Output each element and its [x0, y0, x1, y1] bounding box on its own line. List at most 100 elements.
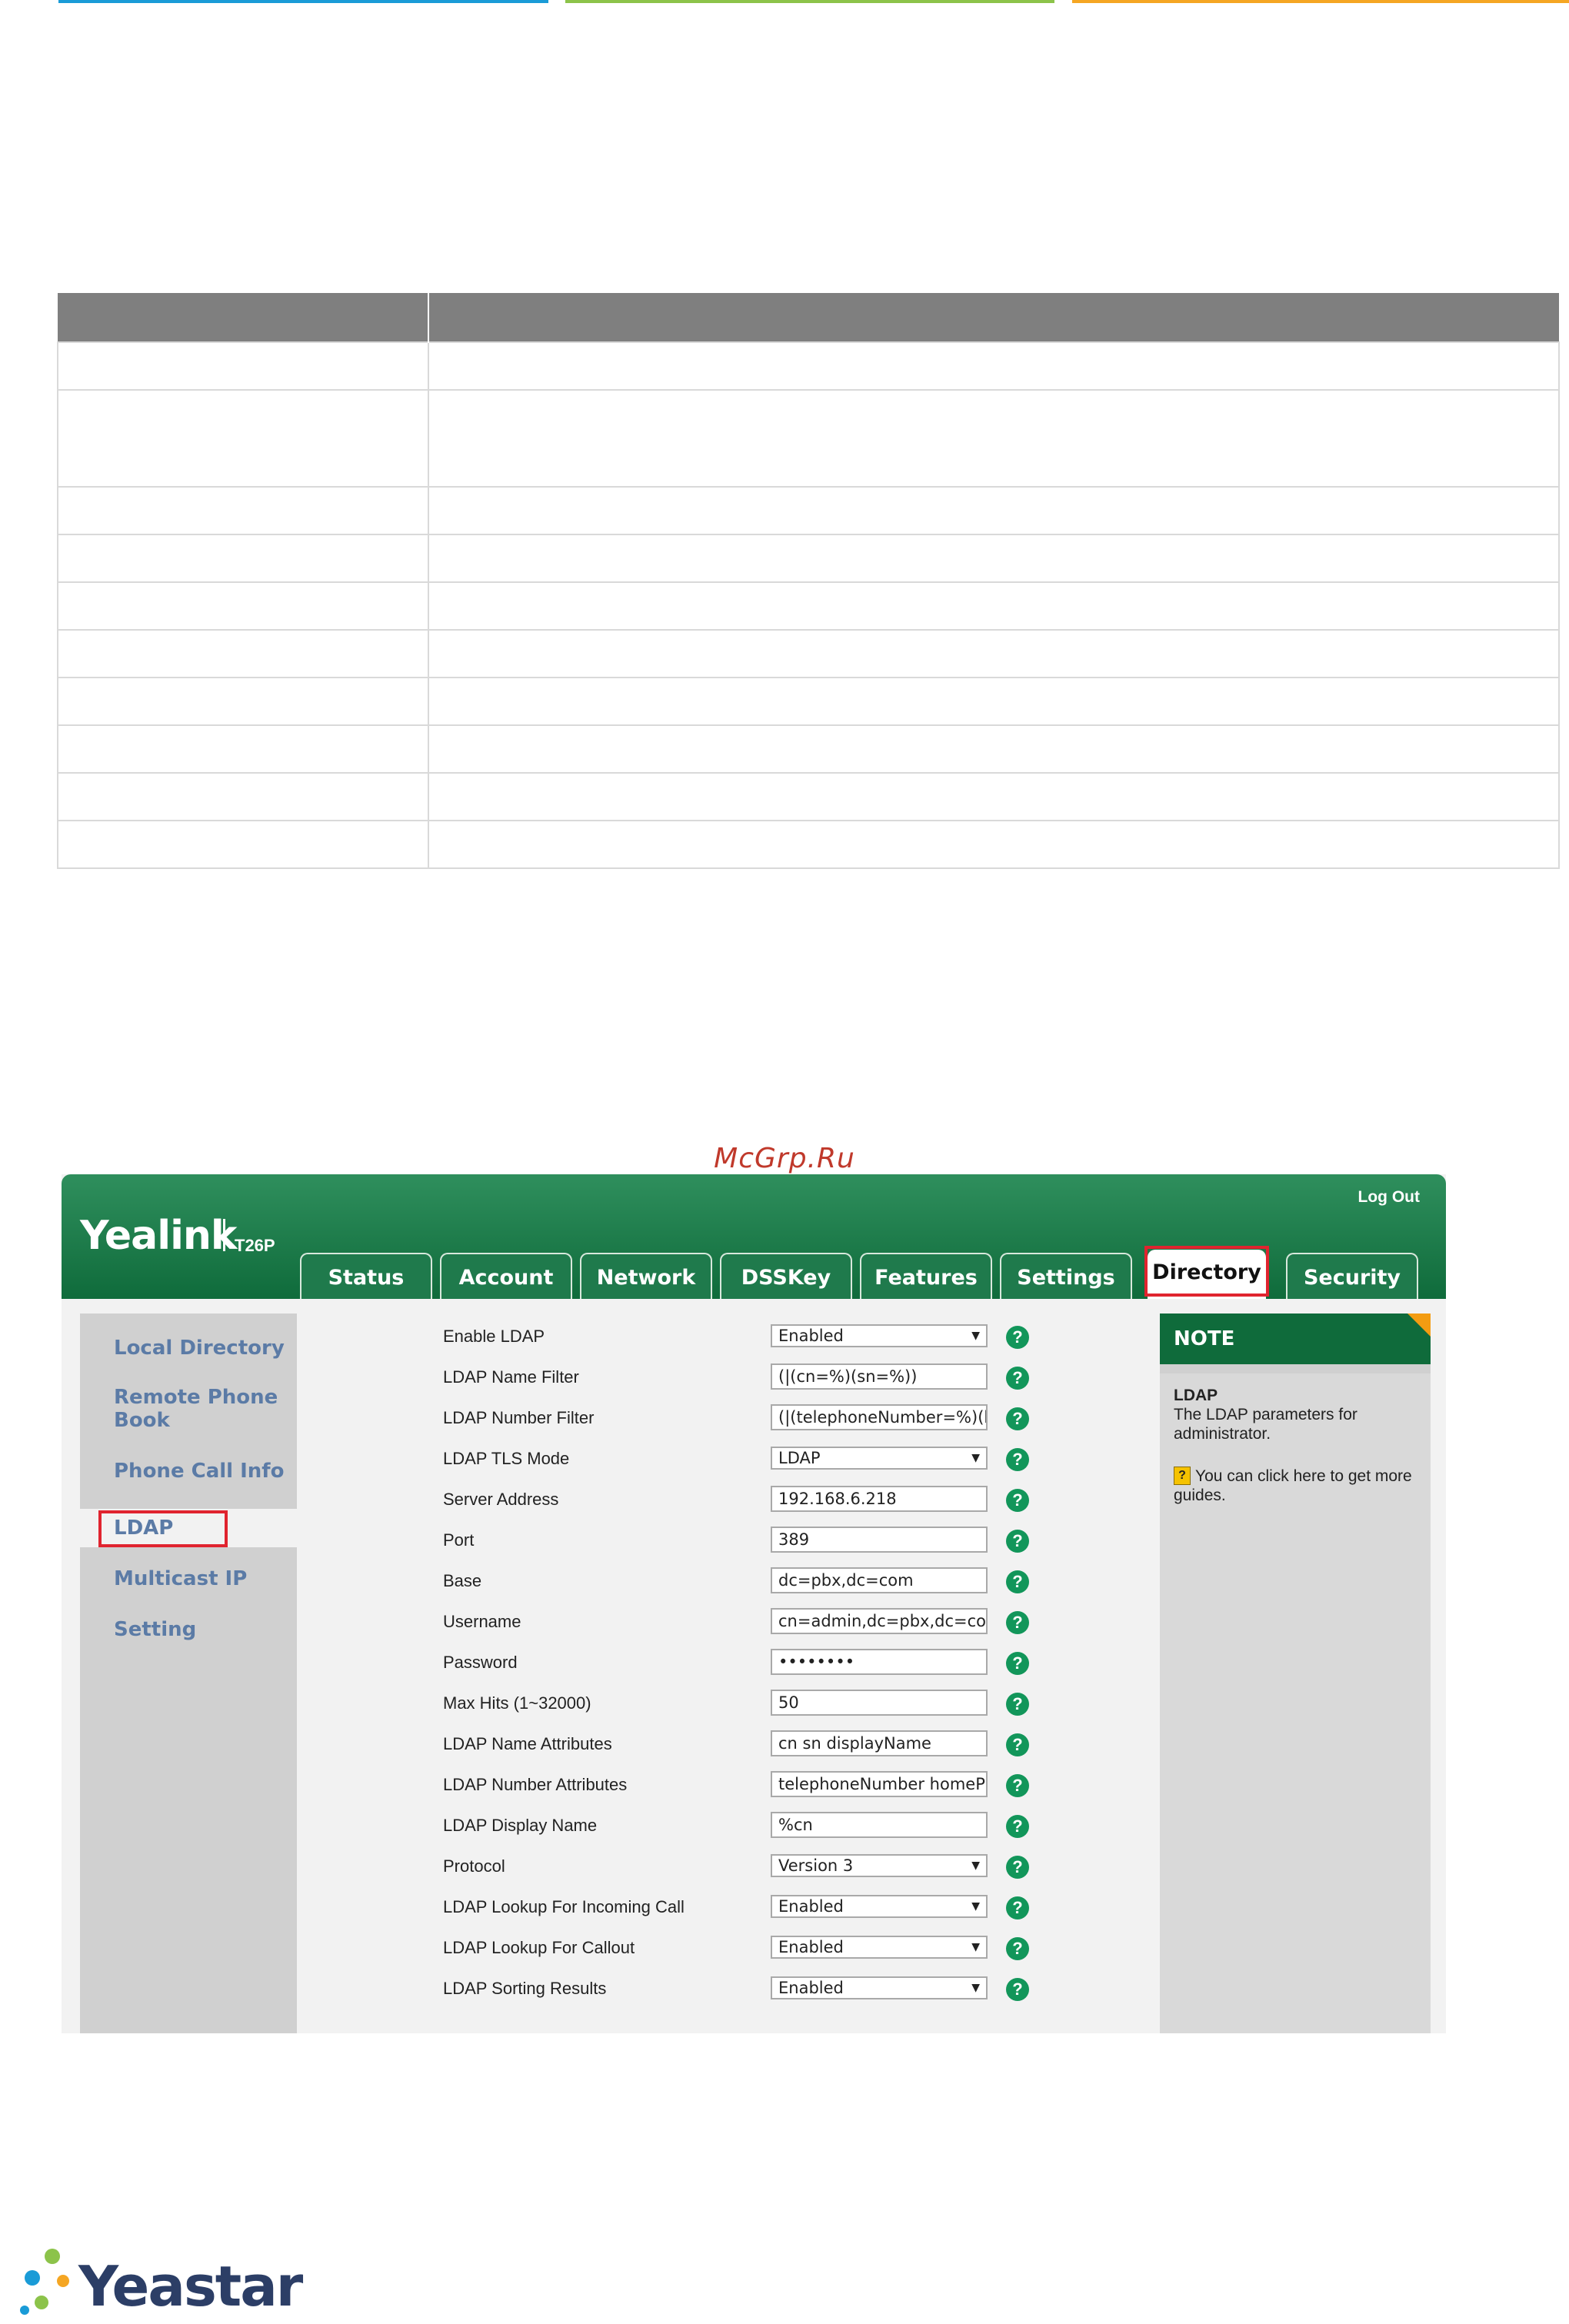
lookup-incoming-call-select[interactable]: Enabled ▼: [771, 1895, 988, 1918]
sidebar-item-multicast-ip[interactable]: Multicast IP: [114, 1567, 247, 1590]
help-icon[interactable]: ?: [1006, 1448, 1029, 1471]
select-value: Enabled: [778, 1979, 844, 1997]
field-label: LDAP Sorting Results: [443, 1979, 607, 1998]
watermark: McGrp.Ru: [714, 1143, 855, 1174]
select-value: Enabled: [778, 1897, 844, 1916]
tab-security[interactable]: Security: [1286, 1253, 1418, 1299]
port-input[interactable]: 389: [771, 1527, 988, 1553]
help-icon[interactable]: ?: [1006, 1774, 1029, 1797]
table-header-row: [58, 293, 1559, 342]
field-label: Port: [443, 1530, 475, 1550]
dropdown-arrow-icon: ▼: [971, 1860, 980, 1872]
dropdown-arrow-icon: ▼: [971, 1330, 980, 1342]
dropdown-arrow-icon: ▼: [971, 1900, 980, 1913]
help-icon[interactable]: ?: [1006, 1856, 1029, 1879]
note-description: The LDAP parameters for administrator.: [1174, 1406, 1357, 1443]
field-label: Enable LDAP: [443, 1327, 545, 1346]
logo-dot-green: [45, 2249, 60, 2264]
help-icon[interactable]: ?: [1006, 1896, 1029, 1919]
select-value: Version 3: [778, 1856, 854, 1875]
field-row-password: Password •••••••• ?: [308, 1649, 1208, 1676]
select-value: Enabled: [778, 1327, 844, 1345]
help-icon[interactable]: ?: [1006, 1367, 1029, 1390]
sorting-results-select[interactable]: Enabled ▼: [771, 1976, 988, 1999]
tab-features[interactable]: Features: [860, 1253, 992, 1299]
server-address-input[interactable]: 192.168.6.218: [771, 1486, 988, 1512]
note-panel: NOTE LDAP The LDAP parameters for admini…: [1160, 1313, 1431, 2033]
logo-dot-orange: [57, 2275, 69, 2287]
field-row-sorting-results: LDAP Sorting Results Enabled ▼ ?: [308, 1975, 1208, 2003]
note-guide-link[interactable]: ? You can click here to get more guides.: [1174, 1467, 1417, 1505]
password-input[interactable]: ••••••••: [771, 1649, 988, 1675]
tab-dsskey[interactable]: DSSKey: [720, 1253, 852, 1299]
help-icon[interactable]: ?: [1006, 1570, 1029, 1593]
header-rule-orange: [1072, 0, 1569, 3]
ldap-item-highlight: [98, 1510, 228, 1547]
table-row: [57, 772, 1560, 821]
lookup-callout-select[interactable]: Enabled ▼: [771, 1936, 988, 1959]
help-icon[interactable]: ?: [1006, 1733, 1029, 1756]
tab-network[interactable]: Network: [580, 1253, 712, 1299]
table-row: [57, 581, 1560, 631]
note-title: LDAP: [1174, 1387, 1218, 1404]
parameter-table: [57, 293, 1560, 869]
ldap-settings-form: Enable LDAP Enabled ▼ ? LDAP Name Filter …: [308, 1313, 1208, 2033]
directory-tab-highlight: [1144, 1246, 1269, 1297]
help-icon[interactable]: ?: [1006, 1652, 1029, 1675]
field-row-username: Username cn=admin,dc=pbx,dc=com ?: [308, 1608, 1208, 1636]
field-row-server-address: Server Address 192.168.6.218 ?: [308, 1486, 1208, 1513]
table-row: [57, 389, 1560, 488]
help-icon[interactable]: ?: [1006, 1407, 1029, 1430]
help-icon[interactable]: ?: [1006, 1326, 1029, 1349]
logout-link[interactable]: Log Out: [1358, 1188, 1420, 1207]
logo-dot-green-2: [35, 2296, 48, 2309]
help-icon[interactable]: ?: [1006, 1530, 1029, 1553]
dropdown-arrow-icon: ▼: [971, 1941, 980, 1953]
help-icon[interactable]: ?: [1006, 1611, 1029, 1634]
field-label: Max Hits (1~32000): [443, 1693, 591, 1713]
max-hits-input[interactable]: 50: [771, 1690, 988, 1716]
help-icon[interactable]: ?: [1006, 1489, 1029, 1512]
sidebar-item-setting[interactable]: Setting: [114, 1618, 196, 1641]
note-corner-icon: [1407, 1313, 1431, 1337]
tab-account[interactable]: Account: [440, 1253, 572, 1299]
sidebar-item-phone-call-info[interactable]: Phone Call Info: [114, 1460, 284, 1483]
field-row-ldap-number-attributes: LDAP Number Attributes telephoneNumber h…: [308, 1771, 1208, 1799]
table-row: [57, 534, 1560, 583]
field-row-protocol: Protocol Version 3 ▼ ?: [308, 1853, 1208, 1880]
ldap-name-filter-input[interactable]: (|(cn=%)(sn=%)): [771, 1363, 988, 1390]
field-row-lookup-callout: LDAP Lookup For Callout Enabled ▼ ?: [308, 1934, 1208, 1962]
help-icon[interactable]: ?: [1006, 1815, 1029, 1838]
ldap-display-name-input[interactable]: %cn: [771, 1812, 988, 1838]
protocol-select[interactable]: Version 3 ▼: [771, 1854, 988, 1877]
ldap-name-attributes-input[interactable]: cn sn displayName: [771, 1730, 988, 1756]
field-row-base: Base dc=pbx,dc=com ?: [308, 1567, 1208, 1595]
table-row: [57, 629, 1560, 678]
sidebar-item-remote-phone-book[interactable]: Remote Phone Book: [114, 1386, 283, 1432]
table-row: [57, 486, 1560, 535]
tab-status[interactable]: Status: [300, 1253, 432, 1299]
help-icon[interactable]: ?: [1006, 1937, 1029, 1960]
field-row-ldap-name-filter: LDAP Name Filter (|(cn=%)(sn=%)) ?: [308, 1363, 1208, 1391]
base-input[interactable]: dc=pbx,dc=com: [771, 1567, 988, 1593]
field-label: LDAP Name Filter: [443, 1367, 579, 1387]
enable-ldap-select[interactable]: Enabled ▼: [771, 1324, 988, 1347]
field-label: LDAP Number Filter: [443, 1408, 595, 1427]
field-row-ldap-name-attributes: LDAP Name Attributes cn sn displayName ?: [308, 1730, 1208, 1758]
ldap-tls-mode-select[interactable]: LDAP ▼: [771, 1447, 988, 1470]
ldap-number-filter-input[interactable]: (|(telephoneNumber=%)(hc: [771, 1404, 988, 1430]
dropdown-arrow-icon: ▼: [971, 1452, 980, 1464]
field-label: Username: [443, 1612, 521, 1631]
help-icon[interactable]: ?: [1006, 1693, 1029, 1716]
ldap-number-attributes-input[interactable]: telephoneNumber homePhor: [771, 1771, 988, 1797]
field-row-ldap-display-name: LDAP Display Name %cn ?: [308, 1812, 1208, 1840]
tab-settings[interactable]: Settings: [1000, 1253, 1132, 1299]
field-row-port: Port 389 ?: [308, 1527, 1208, 1554]
field-label: LDAP Lookup For Incoming Call: [443, 1897, 685, 1916]
yeastar-logo-mark: [20, 2249, 69, 2315]
field-label: LDAP TLS Mode: [443, 1449, 570, 1468]
sidebar: Local Directory Remote Phone Book Phone …: [80, 1313, 320, 2033]
help-icon[interactable]: ?: [1006, 1978, 1029, 2001]
username-input[interactable]: cn=admin,dc=pbx,dc=com: [771, 1608, 988, 1634]
sidebar-item-local-directory[interactable]: Local Directory: [114, 1337, 285, 1360]
